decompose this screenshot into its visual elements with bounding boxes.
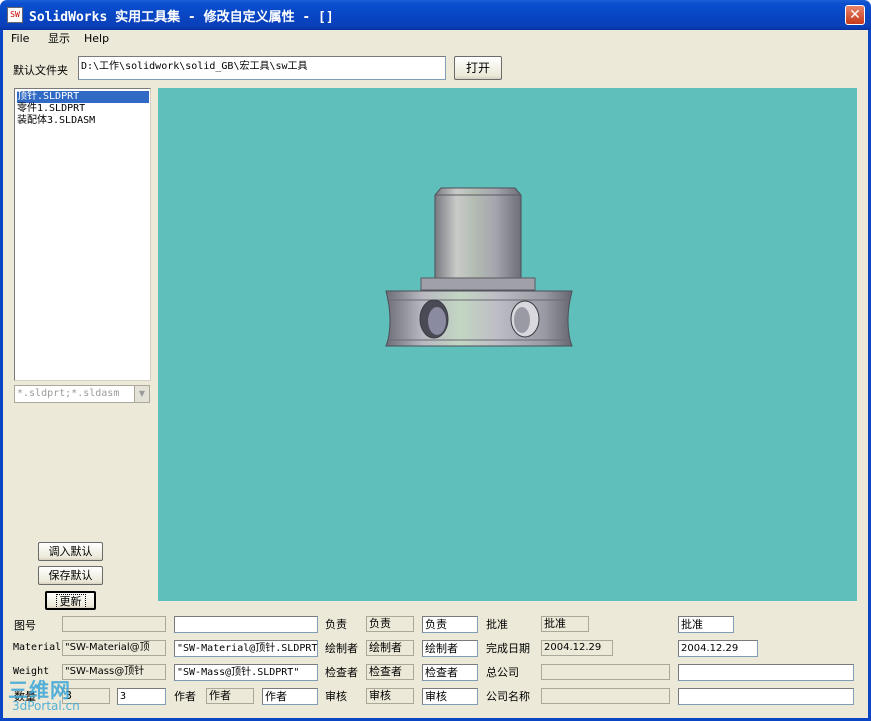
checked-by-field: 检查者 — [366, 664, 414, 680]
author-value[interactable]: 作者 — [262, 688, 318, 705]
review-field: 审核 — [366, 688, 414, 704]
list-item[interactable]: 装配体3.SLDASM — [17, 115, 149, 127]
save-default-button[interactable]: 保存默认 — [38, 566, 103, 585]
review-value[interactable]: 审核 — [422, 688, 478, 705]
author-field: 作者 — [206, 688, 254, 704]
responsible-field: 负责 — [366, 616, 414, 632]
menu-display[interactable]: 显示 — [48, 31, 70, 47]
review-label: 审核 — [325, 690, 347, 703]
open-button[interactable]: 打开 — [454, 56, 502, 80]
material-field: "SW-Material@顶 — [62, 640, 166, 656]
menu-file[interactable]: File — [11, 31, 29, 47]
list-item[interactable]: 零件1.SLDPRT — [17, 103, 149, 115]
completion-date-value[interactable]: 2004.12.29 — [678, 640, 758, 657]
app-icon: SW — [7, 7, 23, 23]
default-folder-label: 默认文件夹 — [13, 64, 68, 77]
responsible-value[interactable]: 负责 — [422, 616, 478, 633]
quantity-value[interactable]: 3 — [117, 688, 166, 705]
approve-value[interactable]: 批准 — [678, 616, 734, 633]
drawing-number-label: 图号 — [14, 619, 36, 632]
material-label: Material — [13, 642, 62, 653]
head-company-label: 总公司 — [486, 666, 519, 679]
drawing-number-value[interactable] — [174, 616, 318, 633]
checked-by-label: 检查者 — [325, 666, 358, 679]
file-filter-value: *.sldprt;*.sldasm — [17, 388, 120, 399]
load-default-button[interactable]: 调入默认 — [38, 542, 103, 561]
company-name-value[interactable] — [678, 688, 854, 705]
watermark-url: 3dPortal.cn — [12, 699, 80, 713]
drawn-by-field: 绘制者 — [366, 640, 414, 656]
head-company-field — [541, 664, 670, 680]
drawing-number-field — [62, 616, 166, 632]
list-item[interactable]: 顶针.SLDPRT — [17, 91, 149, 103]
responsible-label: 负责 — [325, 618, 347, 631]
weight-field: "SW-Mass@顶针 — [62, 664, 166, 680]
file-list[interactable]: 顶针.SLDPRT 零件1.SLDPRT 装配体3.SLDASM — [14, 88, 151, 381]
window-title: SolidWorks 实用工具集 - 修改自定义属性 - [] — [29, 10, 334, 25]
update-button[interactable]: 更新 — [45, 591, 96, 610]
folder-path-input[interactable]: D:\工作\solidwork\solid_GB\宏工具\sw工具 — [78, 56, 446, 80]
company-name-field — [541, 688, 670, 704]
drawn-by-label: 绘制者 — [325, 642, 358, 655]
close-button[interactable]: ✕ — [845, 5, 865, 25]
chevron-down-icon[interactable]: ▼ — [134, 386, 149, 402]
drawn-by-value[interactable]: 绘制者 — [422, 640, 478, 657]
company-name-label: 公司名称 — [486, 690, 530, 703]
update-button-label: 更新 — [55, 594, 86, 609]
weight-value[interactable]: "SW-Mass@顶针.SLDPRT" — [174, 664, 318, 681]
material-value[interactable]: "SW-Material@顶针.SLDPRT" — [174, 640, 318, 657]
file-filter-combo[interactable]: *.sldprt;*.sldasm ▼ — [14, 385, 150, 403]
model-viewport[interactable] — [158, 88, 857, 601]
checked-by-value[interactable]: 检查者 — [422, 664, 478, 681]
part-preview — [385, 187, 573, 347]
author-label: 作者 — [174, 690, 196, 703]
approve-field: 批准 — [541, 616, 589, 632]
menu-help[interactable]: Help — [84, 31, 109, 47]
completion-date-label: 完成日期 — [486, 642, 530, 655]
head-company-value[interactable] — [678, 664, 854, 681]
approve-label: 批准 — [486, 618, 508, 631]
completion-date-field: 2004.12.29 — [541, 640, 613, 656]
